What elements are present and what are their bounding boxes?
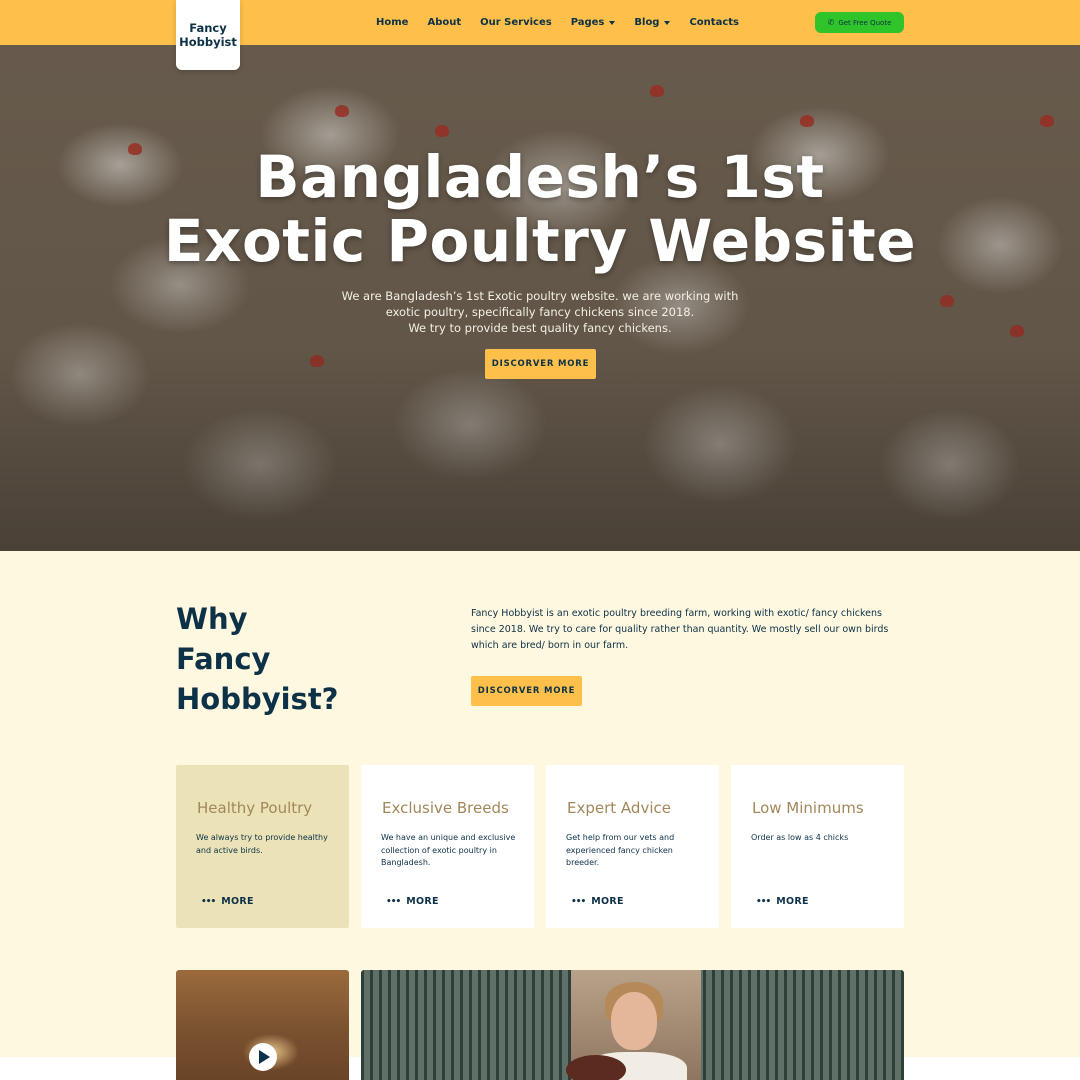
hero-subtitle-line1: We are Bangladesh’s 1st Exotic poultry w… [341,289,739,303]
nav-pages[interactable]: Pages [571,17,616,28]
site-header: Home About Our Services Pages Blog Conta… [0,0,1080,45]
get-free-quote-label: Get Free Quote [838,18,892,27]
more-dots-icon: ••• [571,896,586,907]
hero-subtitle: We are Bangladesh’s 1st Exotic poultry w… [0,288,1080,336]
play-triangle [259,1050,270,1064]
nav-blog-label: Blog [634,17,660,28]
play-icon[interactable] [249,1043,277,1071]
nav-home-label: Home [376,17,409,28]
feature-card-expert-advice[interactable]: Expert Advice Get help from our vets and… [546,765,719,928]
more-dots-icon: ••• [201,896,216,907]
nav-about[interactable]: About [427,17,461,28]
hero-subtitle-line2: exotic poultry, specifically fancy chick… [385,305,695,319]
photo-hen [566,1055,626,1080]
card-more-link[interactable]: ••• MORE [571,896,624,907]
card-title: Expert Advice [567,799,671,817]
nav-pages-label: Pages [570,17,605,28]
hero-title-line1: Bangladesh’s 1st [255,143,825,211]
main-nav: Home About Our Services Pages Blog Conta… [376,0,758,45]
card-more-link[interactable]: ••• MORE [756,896,809,907]
nav-contacts-label: Contacts [689,17,739,28]
more-dots-icon: ••• [756,896,771,907]
why-title-line3: Hobbyist? [176,682,339,716]
more-dots-icon: ••• [386,896,401,907]
chick-video-thumbnail[interactable] [176,970,349,1080]
card-title: Healthy Poultry [197,799,313,817]
nav-our-services[interactable]: Our Services [480,17,552,28]
hero-title: Bangladesh’s 1st Exotic Poultry Website [0,145,1080,273]
card-more-label: MORE [406,896,439,907]
card-more-label: MORE [776,896,809,907]
nav-blog[interactable]: Blog [634,17,671,28]
card-description: Get help from our vets and experienced f… [566,833,675,867]
chevron-down-icon [609,20,616,25]
farmer-photo [361,970,904,1080]
feature-card-exclusive-breeds[interactable]: Exclusive Breeds We have an unique and e… [361,765,534,928]
card-description: Order as low as 4 chicks [751,833,849,842]
card-more-label: MORE [591,896,624,907]
card-description: We always try to provide healthy and act… [196,833,328,855]
hero-section: Bangladesh’s 1st Exotic Poultry Website … [0,45,1080,551]
card-title: Exclusive Breeds [382,799,509,817]
card-more-label: MORE [221,896,254,907]
card-more-link[interactable]: ••• MORE [201,896,254,907]
why-title-line1: Why [176,602,248,636]
why-discover-more-button[interactable]: DISCORVER MORE [471,676,582,706]
hero-discover-more-button[interactable]: DISCORVER MORE [485,349,596,379]
nav-contacts[interactable]: Contacts [689,17,739,28]
why-title-line2: Fancy [176,642,271,676]
feature-card-healthy-poultry[interactable]: Healthy Poultry We always try to provide… [176,765,349,928]
chevron-down-icon [664,20,671,25]
why-title: Why Fancy Hobbyist? [176,599,426,719]
card-description: We have an unique and exclusive collecti… [381,833,516,867]
card-title: Low Minimums [752,799,864,817]
card-more-link[interactable]: ••• MORE [386,896,439,907]
hero-title-line2: Exotic Poultry Website [163,207,917,275]
nav-our-services-label: Our Services [480,17,552,28]
nav-home[interactable]: Home [376,17,408,28]
phone-icon: ✆ [827,18,835,27]
why-description: Fancy Hobbyist is an exotic poultry bree… [471,608,889,651]
photo-person-face [611,992,657,1050]
hero-subtitle-line3: We try to provide best quality fancy chi… [408,321,672,335]
feature-card-low-minimums[interactable]: Low Minimums Order as low as 4 chicks ••… [731,765,904,928]
logo-text: Fancy Hobbyist [179,21,237,49]
site-logo[interactable]: Fancy Hobbyist [176,0,240,70]
get-free-quote-button[interactable]: ✆ Get Free Quote [815,12,904,33]
nav-about-label: About [427,17,462,28]
